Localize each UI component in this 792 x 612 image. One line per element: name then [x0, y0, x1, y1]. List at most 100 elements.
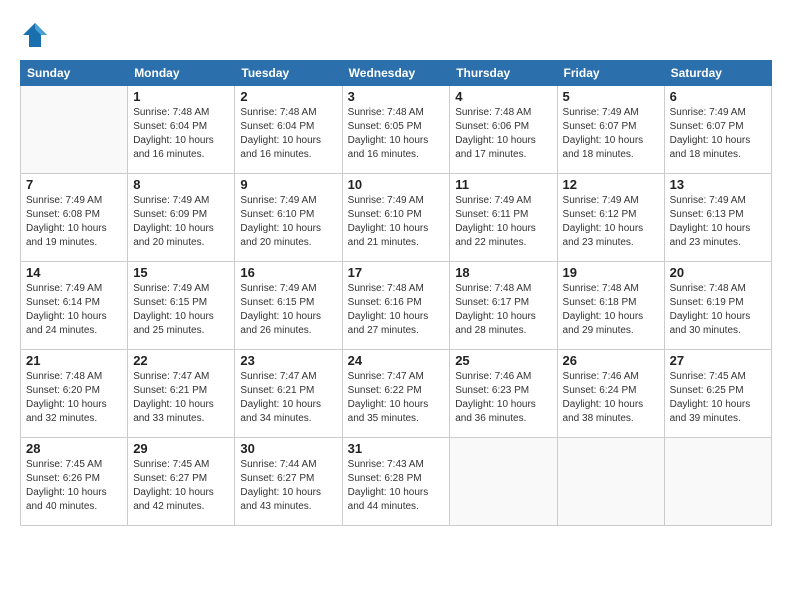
- day-info: Sunrise: 7:44 AM Sunset: 6:27 PM Dayligh…: [240, 458, 336, 514]
- day-cell: 12 Sunrise: 7:49 AM Sunset: 6:12 PM Dayli…: [557, 174, 664, 262]
- day-number: 17: [348, 265, 445, 280]
- day-number: 18: [455, 265, 551, 280]
- week-row-5: 28 Sunrise: 7:45 AM Sunset: 6:26 PM Dayli…: [21, 438, 772, 526]
- day-cell: 22Sunrise: 7:47 AM Sunset: 6:21 PM Dayli…: [128, 350, 235, 438]
- day-cell: 30Sunrise: 7:44 AM Sunset: 6:27 PM Dayli…: [235, 438, 342, 526]
- day-info: Sunrise: 7:49 AM Sunset: 6:07 PM Dayligh…: [563, 106, 659, 162]
- day-cell: [557, 438, 664, 526]
- day-number: 4: [455, 89, 551, 104]
- day-number: 12: [563, 177, 659, 192]
- day-info: Sunrise: 7:49 AM Sunset: 6:15 PM Dayligh…: [133, 282, 229, 338]
- day-number: 21: [26, 353, 122, 368]
- day-number: 27: [670, 353, 766, 368]
- day-cell: 29Sunrise: 7:45 AM Sunset: 6:27 PM Dayli…: [128, 438, 235, 526]
- day-cell: [21, 86, 128, 174]
- day-number: 8: [133, 177, 229, 192]
- day-number: 6: [670, 89, 766, 104]
- week-row-4: 21 Sunrise: 7:48 AM Sunset: 6:20 PM Dayli…: [21, 350, 772, 438]
- day-info: Sunrise: 7:48 AM Sunset: 6:04 PM Dayligh…: [133, 106, 229, 162]
- day-number: 3: [348, 89, 445, 104]
- day-number: 10: [348, 177, 445, 192]
- day-number: 20: [670, 265, 766, 280]
- day-info: Sunrise: 7:49 AM Sunset: 6:12 PM Dayligh…: [563, 194, 659, 250]
- day-cell: 3 Sunrise: 7:48 AM Sunset: 6:05 PM Daylig…: [342, 86, 450, 174]
- day-info: Sunrise: 7:48 AM Sunset: 6:17 PM Dayligh…: [455, 282, 551, 338]
- day-number: 26: [563, 353, 659, 368]
- day-cell: 15 Sunrise: 7:49 AM Sunset: 6:15 PM Dayli…: [128, 262, 235, 350]
- day-info: Sunrise: 7:49 AM Sunset: 6:15 PM Dayligh…: [240, 282, 336, 338]
- day-cell: 13Sunrise: 7:49 AM Sunset: 6:13 PM Dayli…: [664, 174, 771, 262]
- day-number: 1: [133, 89, 229, 104]
- day-info: Sunrise: 7:45 AM Sunset: 6:27 PM Dayligh…: [133, 458, 229, 514]
- day-info: Sunrise: 7:48 AM Sunset: 6:18 PM Dayligh…: [563, 282, 659, 338]
- day-cell: 31 Sunrise: 7:43 AM Sunset: 6:28 PM Dayli…: [342, 438, 450, 526]
- day-cell: 7 Sunrise: 7:49 AM Sunset: 6:08 PM Daylig…: [21, 174, 128, 262]
- day-cell: 23Sunrise: 7:47 AM Sunset: 6:21 PM Dayli…: [235, 350, 342, 438]
- day-info: Sunrise: 7:49 AM Sunset: 6:07 PM Dayligh…: [670, 106, 766, 162]
- day-cell: [450, 438, 557, 526]
- day-info: Sunrise: 7:46 AM Sunset: 6:24 PM Dayligh…: [563, 370, 659, 426]
- day-cell: 1 Sunrise: 7:48 AM Sunset: 6:04 PM Daylig…: [128, 86, 235, 174]
- day-number: 11: [455, 177, 551, 192]
- weekday-header-monday: Monday: [128, 61, 235, 86]
- day-info: Sunrise: 7:46 AM Sunset: 6:23 PM Dayligh…: [455, 370, 551, 426]
- day-number: 16: [240, 265, 336, 280]
- day-cell: 14 Sunrise: 7:49 AM Sunset: 6:14 PM Dayli…: [21, 262, 128, 350]
- weekday-header-thursday: Thursday: [450, 61, 557, 86]
- day-number: 13: [670, 177, 766, 192]
- day-number: 19: [563, 265, 659, 280]
- day-number: 31: [348, 441, 445, 456]
- logo-icon: [20, 20, 50, 50]
- weekday-header-wednesday: Wednesday: [342, 61, 450, 86]
- day-info: Sunrise: 7:43 AM Sunset: 6:28 PM Dayligh…: [348, 458, 445, 514]
- day-cell: 17 Sunrise: 7:48 AM Sunset: 6:16 PM Dayli…: [342, 262, 450, 350]
- weekday-header-row: SundayMondayTuesdayWednesdayThursdayFrid…: [21, 61, 772, 86]
- day-number: 15: [133, 265, 229, 280]
- day-cell: 2 Sunrise: 7:48 AM Sunset: 6:04 PM Daylig…: [235, 86, 342, 174]
- day-cell: 18 Sunrise: 7:48 AM Sunset: 6:17 PM Dayli…: [450, 262, 557, 350]
- day-cell: 19 Sunrise: 7:48 AM Sunset: 6:18 PM Dayli…: [557, 262, 664, 350]
- day-info: Sunrise: 7:49 AM Sunset: 6:08 PM Dayligh…: [26, 194, 122, 250]
- day-info: Sunrise: 7:48 AM Sunset: 6:05 PM Dayligh…: [348, 106, 445, 162]
- page: SundayMondayTuesdayWednesdayThursdayFrid…: [0, 0, 792, 612]
- day-number: 28: [26, 441, 122, 456]
- day-number: 22: [133, 353, 229, 368]
- day-number: 7: [26, 177, 122, 192]
- weekday-header-sunday: Sunday: [21, 61, 128, 86]
- week-row-1: 1 Sunrise: 7:48 AM Sunset: 6:04 PM Daylig…: [21, 86, 772, 174]
- day-cell: 10 Sunrise: 7:49 AM Sunset: 6:10 PM Dayli…: [342, 174, 450, 262]
- weekday-header-tuesday: Tuesday: [235, 61, 342, 86]
- day-number: 2: [240, 89, 336, 104]
- day-number: 25: [455, 353, 551, 368]
- day-cell: 24Sunrise: 7:47 AM Sunset: 6:22 PM Dayli…: [342, 350, 450, 438]
- day-number: 5: [563, 89, 659, 104]
- day-number: 23: [240, 353, 336, 368]
- day-cell: 16 Sunrise: 7:49 AM Sunset: 6:15 PM Dayli…: [235, 262, 342, 350]
- day-cell: 28 Sunrise: 7:45 AM Sunset: 6:26 PM Dayli…: [21, 438, 128, 526]
- day-number: 9: [240, 177, 336, 192]
- day-info: Sunrise: 7:48 AM Sunset: 6:19 PM Dayligh…: [670, 282, 766, 338]
- day-info: Sunrise: 7:45 AM Sunset: 6:25 PM Dayligh…: [670, 370, 766, 426]
- day-number: 14: [26, 265, 122, 280]
- weekday-header-friday: Friday: [557, 61, 664, 86]
- day-info: Sunrise: 7:48 AM Sunset: 6:20 PM Dayligh…: [26, 370, 122, 426]
- day-cell: 6 Sunrise: 7:49 AM Sunset: 6:07 PM Daylig…: [664, 86, 771, 174]
- day-cell: 26 Sunrise: 7:46 AM Sunset: 6:24 PM Dayli…: [557, 350, 664, 438]
- day-info: Sunrise: 7:45 AM Sunset: 6:26 PM Dayligh…: [26, 458, 122, 514]
- day-info: Sunrise: 7:49 AM Sunset: 6:09 PM Dayligh…: [133, 194, 229, 250]
- day-cell: 20 Sunrise: 7:48 AM Sunset: 6:19 PM Dayli…: [664, 262, 771, 350]
- day-cell: 25 Sunrise: 7:46 AM Sunset: 6:23 PM Dayli…: [450, 350, 557, 438]
- day-cell: 21 Sunrise: 7:48 AM Sunset: 6:20 PM Dayli…: [21, 350, 128, 438]
- day-cell: 9 Sunrise: 7:49 AM Sunset: 6:10 PM Daylig…: [235, 174, 342, 262]
- day-info: Sunrise: 7:49 AM Sunset: 6:10 PM Dayligh…: [240, 194, 336, 250]
- header: [20, 20, 772, 50]
- day-info: Sunrise: 7:48 AM Sunset: 6:16 PM Dayligh…: [348, 282, 445, 338]
- day-info: Sunrise: 7:49 AM Sunset: 6:10 PM Dayligh…: [348, 194, 445, 250]
- day-info: Sunrise: 7:49 AM Sunset: 6:14 PM Dayligh…: [26, 282, 122, 338]
- calendar-table: SundayMondayTuesdayWednesdayThursdayFrid…: [20, 60, 772, 526]
- week-row-2: 7 Sunrise: 7:49 AM Sunset: 6:08 PM Daylig…: [21, 174, 772, 262]
- day-info: Sunrise: 7:49 AM Sunset: 6:11 PM Dayligh…: [455, 194, 551, 250]
- day-number: 24: [348, 353, 445, 368]
- day-info: Sunrise: 7:48 AM Sunset: 6:06 PM Dayligh…: [455, 106, 551, 162]
- day-info: Sunrise: 7:48 AM Sunset: 6:04 PM Dayligh…: [240, 106, 336, 162]
